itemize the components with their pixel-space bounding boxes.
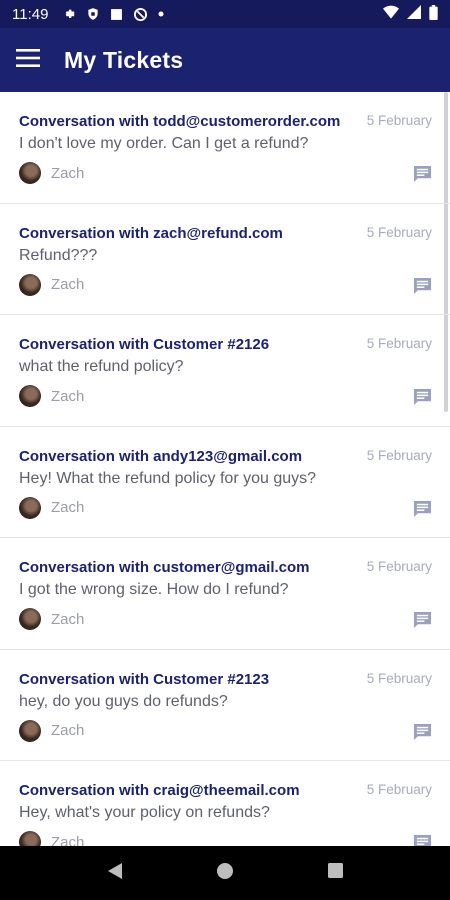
- recents-icon[interactable]: [327, 862, 344, 884]
- agent-name: Zach: [51, 833, 85, 847]
- agent-name: Zach: [51, 387, 85, 405]
- ticket-row[interactable]: Conversation with Customer #2126 5 Febru…: [0, 315, 450, 427]
- hamburger-menu-icon: [16, 48, 40, 72]
- chat-icon: [413, 165, 432, 187]
- ticket-agent: Zach: [19, 496, 85, 519]
- agent-name: Zach: [51, 722, 85, 739]
- ticket-agent: Zach: [19, 831, 84, 846]
- status-time: 11:49: [12, 5, 49, 23]
- status-bar: 11:49: [0, 0, 450, 28]
- dot-icon: [158, 11, 164, 17]
- signal-icon: [407, 5, 421, 23]
- gear-icon: [62, 7, 76, 21]
- ticket-title: Conversation with customer@gmail.com: [19, 559, 310, 576]
- ticket-date: 5 February: [366, 113, 432, 128]
- ticket-row[interactable]: Conversation with todd@customerorder.com…: [0, 92, 450, 204]
- ticket-row[interactable]: Conversation with customer@gmail.com 5 F…: [0, 538, 450, 650]
- ticket-title: Conversation with Customer #2123: [19, 670, 270, 688]
- ticket-title: Conversation with Customer #2126: [19, 336, 270, 353]
- home-icon[interactable]: [216, 862, 234, 885]
- ticket-title: Conversation with todd@customerorder.com: [19, 113, 341, 130]
- ticket-date: 5 February: [366, 782, 432, 797]
- chat-icon: [413, 723, 432, 745]
- ticket-message: Refund???: [19, 246, 98, 264]
- ticket-row[interactable]: Conversation with Customer #2123 5 Febru…: [0, 650, 450, 761]
- ticket-row[interactable]: Conversation with zach@refund.com 5 Febr…: [0, 204, 450, 315]
- chat-icon: [413, 834, 432, 846]
- ticket-message: Hey, what's your policy on refunds?: [19, 804, 270, 821]
- ticket-list[interactable]: Conversation with todd@customerorder.com…: [0, 92, 450, 846]
- wifi-icon: [383, 5, 399, 23]
- avatar: [19, 719, 41, 742]
- agent-name: Zach: [51, 276, 85, 293]
- avatar: [19, 496, 41, 519]
- ticket-date: 5 February: [366, 670, 432, 686]
- shield-icon: [86, 7, 100, 21]
- ticket-agent: Zach: [19, 385, 84, 407]
- battery-icon: [429, 4, 438, 24]
- ticket-message: hey, do you guys do refunds?: [19, 692, 228, 710]
- system-nav-bar: [0, 846, 450, 900]
- agent-name: Zach: [51, 610, 85, 628]
- back-icon[interactable]: [106, 862, 124, 885]
- ticket-row[interactable]: Conversation with andy123@gmail.com 5 Fe…: [0, 427, 450, 538]
- ticket-date: 5 February: [366, 336, 432, 351]
- agent-name: Zach: [51, 164, 85, 182]
- ticket-message: what the refund policy?: [19, 358, 184, 375]
- avatar: [19, 608, 41, 630]
- chat-icon: [413, 500, 432, 522]
- ticket-title: Conversation with craig@theemail.com: [19, 782, 300, 799]
- ticket-agent: Zach: [19, 273, 85, 296]
- avatar: [19, 162, 41, 184]
- ticket-row[interactable]: Conversation with craig@theemail.com 5 F…: [0, 761, 450, 846]
- ticket-date: 5 February: [366, 559, 432, 574]
- ticket-message: I don't love my order. Can I get a refun…: [19, 135, 309, 152]
- ticket-message: I got the wrong size. How do I refund?: [19, 581, 289, 598]
- menu-button[interactable]: [0, 28, 56, 92]
- chat-icon: [413, 388, 432, 410]
- avatar: [19, 273, 41, 296]
- ticket-title: Conversation with zach@refund.com: [19, 224, 283, 242]
- square-icon: [110, 8, 123, 21]
- ticket-message: Hey! What the refund policy for you guys…: [19, 469, 317, 487]
- ticket-agent: Zach: [19, 719, 85, 742]
- data-saver-icon: [133, 7, 148, 22]
- page-title: My Tickets: [64, 46, 184, 73]
- chat-icon: [413, 277, 432, 299]
- ticket-date: 5 February: [366, 224, 432, 240]
- avatar: [19, 385, 41, 407]
- app-bar: My Tickets: [0, 28, 450, 92]
- ticket-agent: Zach: [19, 608, 84, 630]
- chat-icon: [413, 611, 432, 633]
- agent-name: Zach: [51, 499, 85, 516]
- ticket-date: 5 February: [366, 447, 432, 463]
- avatar: [19, 831, 41, 846]
- ticket-title: Conversation with andy123@gmail.com: [19, 447, 303, 465]
- ticket-agent: Zach: [19, 162, 84, 184]
